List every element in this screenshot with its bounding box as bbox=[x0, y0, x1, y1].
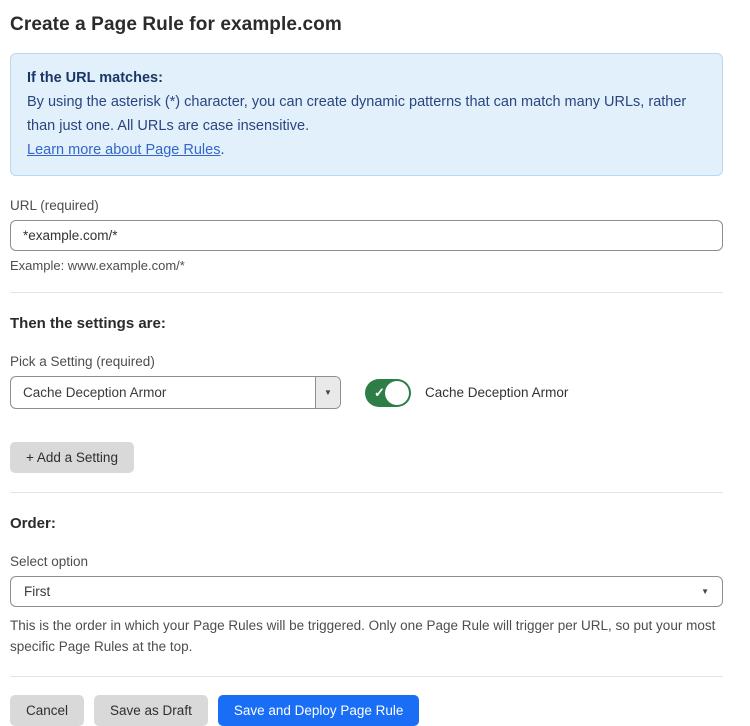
setting-select-caret-button[interactable]: ▼ bbox=[315, 377, 340, 408]
order-select-value: First bbox=[24, 584, 50, 599]
create-page-rule-form: Create a Page Rule for example.com If th… bbox=[0, 0, 750, 679]
order-section-heading: Order: bbox=[10, 515, 723, 532]
learn-more-link[interactable]: Learn more about Page Rules bbox=[27, 142, 220, 158]
info-box-heading: If the URL matches: bbox=[27, 66, 706, 90]
footer-button-row: Cancel Save as Draft Save and Deploy Pag… bbox=[10, 695, 723, 726]
save-and-deploy-button[interactable]: Save and Deploy Page Rule bbox=[218, 695, 420, 726]
cache-deception-armor-toggle[interactable]: ✓ bbox=[365, 379, 411, 407]
toggle-label: Cache Deception Armor bbox=[425, 385, 568, 400]
add-setting-button[interactable]: + Add a Setting bbox=[10, 442, 134, 473]
link-period: . bbox=[220, 142, 224, 158]
info-box-link-line: Learn more about Page Rules. bbox=[27, 138, 706, 162]
order-helper-text: This is the order in which your Page Rul… bbox=[10, 615, 723, 657]
setting-select-dropdown[interactable]: Cache Deception Armor ▼ bbox=[10, 376, 341, 409]
check-icon: ✓ bbox=[374, 385, 385, 401]
divider bbox=[10, 492, 723, 493]
chevron-down-icon: ▼ bbox=[701, 588, 709, 596]
setting-select-value: Cache Deception Armor bbox=[11, 377, 315, 408]
url-match-info-box: If the URL matches: By using the asteris… bbox=[10, 53, 723, 176]
url-example-helper: Example: www.example.com/* bbox=[10, 258, 723, 273]
settings-section-heading: Then the settings are: bbox=[10, 315, 723, 332]
url-field-label: URL (required) bbox=[10, 198, 723, 213]
toggle-knob bbox=[385, 381, 409, 405]
save-as-draft-button[interactable]: Save as Draft bbox=[94, 695, 208, 726]
setting-row: Cache Deception Armor ▼ ✓ Cache Deceptio… bbox=[10, 376, 723, 409]
order-select-label: Select option bbox=[10, 554, 723, 569]
page-title: Create a Page Rule for example.com bbox=[10, 14, 723, 36]
cancel-button[interactable]: Cancel bbox=[10, 695, 84, 726]
url-input[interactable] bbox=[10, 220, 723, 251]
divider bbox=[10, 292, 723, 293]
chevron-down-icon: ▼ bbox=[324, 389, 332, 397]
info-box-body: By using the asterisk (*) character, you… bbox=[27, 90, 706, 138]
divider bbox=[10, 676, 723, 677]
setting-picker-label: Pick a Setting (required) bbox=[10, 354, 723, 369]
order-select-dropdown[interactable]: First ▼ bbox=[10, 576, 723, 607]
